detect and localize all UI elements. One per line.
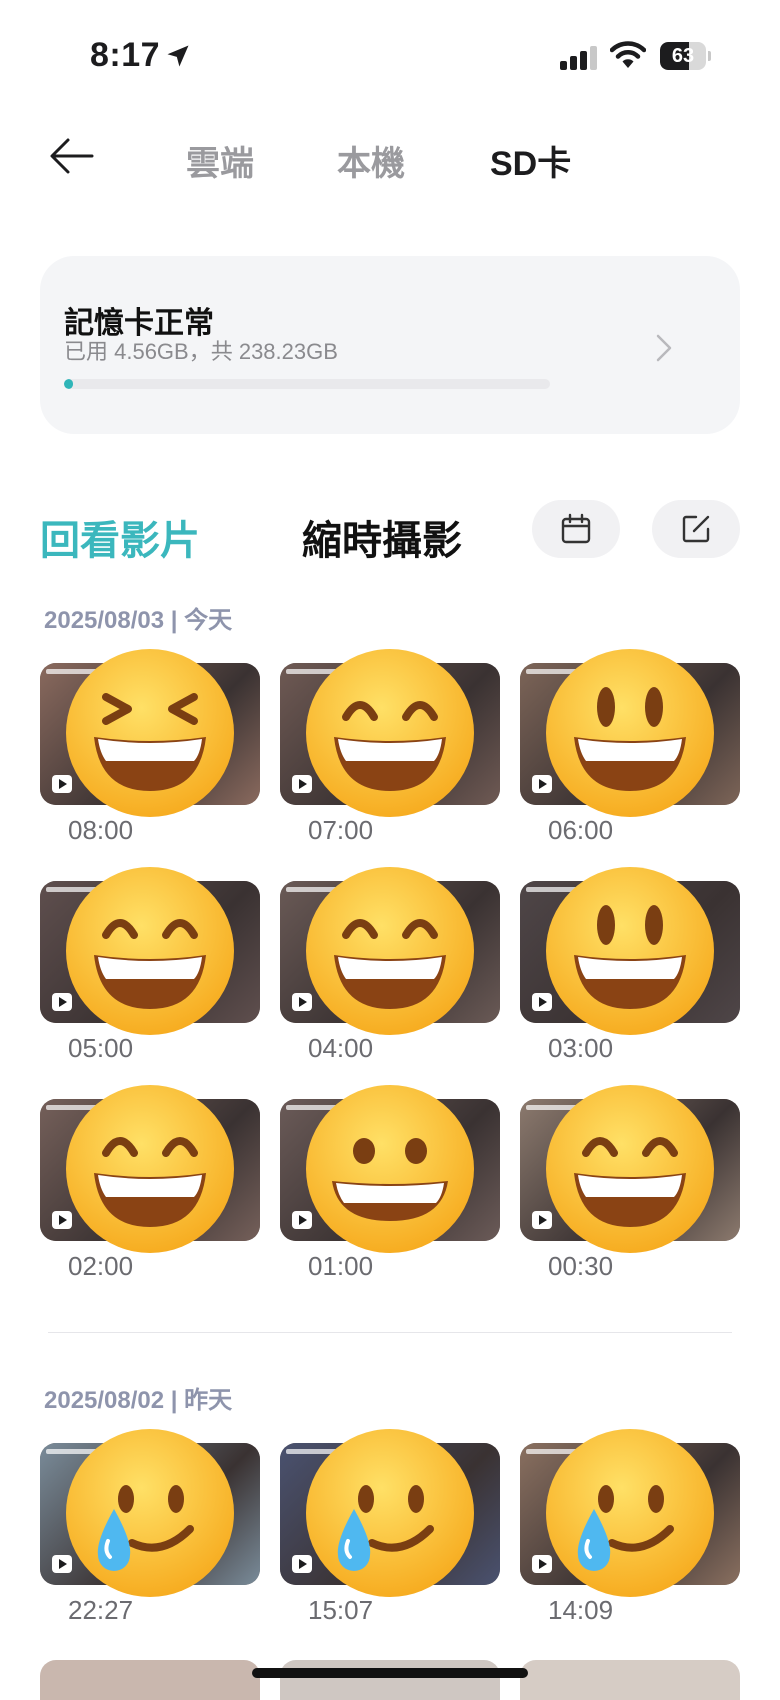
storage-progress-bar — [64, 379, 550, 389]
edit-icon — [682, 515, 710, 543]
video-time-label: 06:00 — [548, 815, 614, 845]
tab-cloud[interactable]: 雲端 — [186, 136, 254, 185]
video-thumbnail[interactable] — [280, 1660, 500, 1700]
grinning-squint-face-icon — [302, 645, 478, 821]
storage-status-card[interactable]: 記憶卡正常 已用 4.56GB，共 238.23GB — [40, 256, 740, 434]
video-item[interactable]: 15:07 — [280, 1429, 500, 1643]
video-item[interactable]: 00:30 — [520, 1085, 740, 1299]
video-time-label: 22:27 — [68, 1595, 134, 1625]
video-thumbnail[interactable] — [40, 1660, 260, 1700]
video-time-label: 07:00 — [308, 815, 374, 845]
grinning-face-big-eyes-icon — [542, 645, 718, 821]
home-indicator — [252, 1668, 528, 1678]
group-divider — [48, 1332, 732, 1333]
smiling-face-with-tear-icon — [302, 1425, 478, 1601]
video-item[interactable]: 05:00 — [40, 867, 260, 1081]
video-time-label: 08:00 — [68, 815, 134, 845]
tab-local[interactable]: 本機 — [337, 136, 405, 185]
tab-timelapse[interactable]: 縮時攝影 — [302, 508, 462, 566]
grinning-face-big-eyes-icon — [542, 863, 718, 1039]
tab-playback-videos[interactable]: 回看影片 — [40, 508, 200, 566]
laughing-face-icon — [62, 645, 238, 821]
date-header-yesterday: 2025/08/02 | 昨天 — [44, 1387, 233, 1414]
smiling-face-with-tear-icon — [62, 1425, 238, 1601]
video-item[interactable]: 14:09 — [520, 1429, 740, 1643]
video-time-label: 02:00 — [68, 1251, 134, 1281]
video-item[interactable]: 04:00 — [280, 867, 500, 1081]
edit-button[interactable] — [652, 500, 740, 558]
video-time-label: 00:30 — [548, 1251, 614, 1281]
back-arrow-icon[interactable] — [48, 136, 94, 176]
battery-indicator: 63 — [660, 42, 711, 70]
status-bar: 8:17 63 — [0, 0, 780, 110]
storage-usage-text: 已用 4.56GB，共 238.23GB — [64, 339, 338, 364]
wifi-icon — [610, 41, 646, 68]
video-item[interactable]: 06:00 — [520, 649, 740, 863]
video-time-label: 03:00 — [548, 1033, 614, 1063]
chevron-right-icon — [656, 334, 672, 362]
video-time-label: 01:00 — [308, 1251, 374, 1281]
video-item[interactable]: 01:00 — [280, 1085, 500, 1299]
grinning-squint-face-icon — [302, 863, 478, 1039]
video-item[interactable]: 22:27 — [40, 1429, 260, 1643]
video-time-label: 04:00 — [308, 1033, 374, 1063]
cellular-signal-icon — [560, 46, 597, 70]
video-time-label: 05:00 — [68, 1033, 134, 1063]
status-time: 8:17 — [90, 36, 161, 74]
calendar-icon — [561, 513, 591, 544]
tab-sd-card[interactable]: SD卡 — [490, 136, 571, 185]
video-thumbnail[interactable] — [520, 1660, 740, 1700]
video-time-label: 15:07 — [308, 1595, 374, 1625]
video-time-label: 14:09 — [548, 1595, 614, 1625]
calendar-button[interactable] — [532, 500, 620, 558]
smiling-face-with-tear-icon — [542, 1425, 718, 1601]
date-header-today: 2025/08/03 | 今天 — [44, 607, 233, 634]
video-item[interactable]: 02:00 — [40, 1085, 260, 1299]
battery-percent: 63 — [671, 45, 695, 67]
video-item[interactable]: 03:00 — [520, 867, 740, 1081]
grinning-squint-face-icon — [62, 863, 238, 1039]
video-item[interactable]: 07:00 — [280, 649, 500, 863]
video-item[interactable]: 08:00 — [40, 649, 260, 863]
grinning-face-icon — [302, 1081, 478, 1257]
location-arrow-icon — [167, 45, 189, 67]
grinning-squint-face-icon — [542, 1081, 718, 1257]
grinning-squint-face-icon — [62, 1081, 238, 1257]
